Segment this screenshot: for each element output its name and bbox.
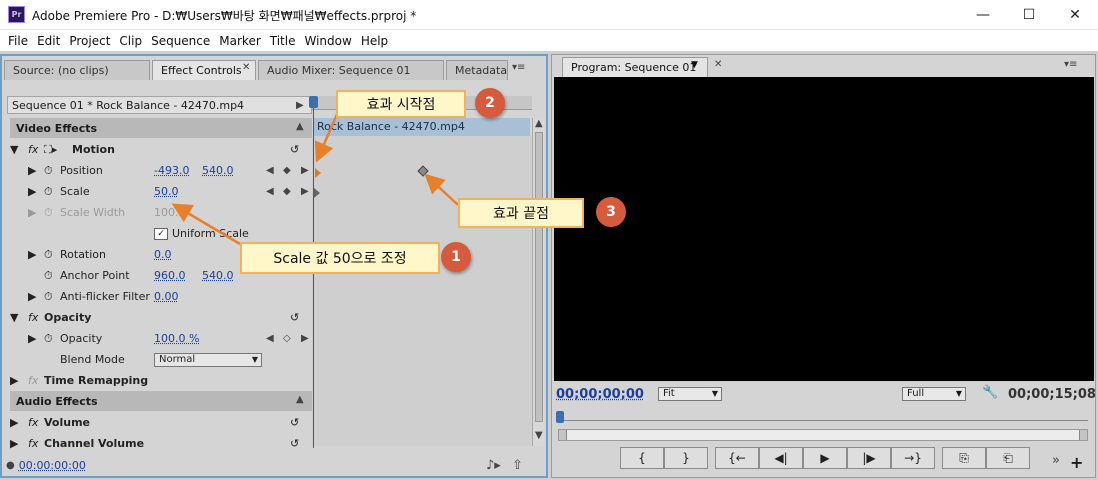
arrow-to-start-keyframe xyxy=(314,111,340,163)
callout-arrows xyxy=(171,111,459,246)
arrow-to-end-keyframe xyxy=(424,173,459,206)
arrow-to-scale-value xyxy=(171,203,241,246)
badge-2: 2 xyxy=(475,88,505,118)
callout-effect-end: 효과 끝점 xyxy=(458,198,584,228)
callout-effect-end-text: 효과 끝점 xyxy=(493,206,549,222)
badge-1: 1 xyxy=(441,242,471,272)
callout-scale: Scale 값 50으로 조정 xyxy=(240,242,440,274)
callout-scale-text: Scale 값 50으로 조정 xyxy=(273,251,407,267)
badge-3: 3 xyxy=(596,197,626,227)
callout-effect-start: 효과 시작점 xyxy=(336,90,466,118)
callout-effect-start-text: 효과 시작점 xyxy=(366,97,436,113)
